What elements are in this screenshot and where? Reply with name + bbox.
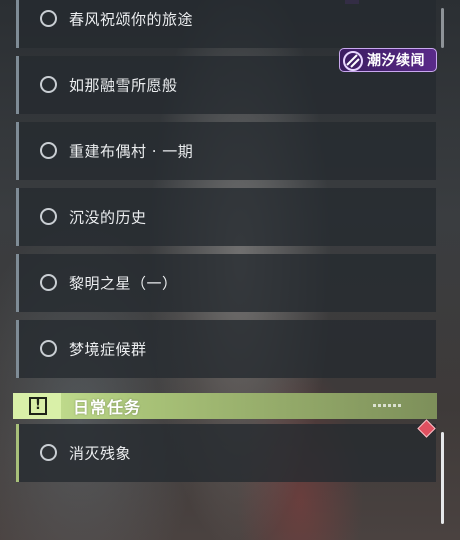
event-logo-text: 潮汐续闻 <box>367 53 425 69</box>
quest-status-circle-icon <box>40 208 57 225</box>
quest-label: 沉没的历史 <box>69 208 147 227</box>
daily-quests-header[interactable]: ! 日常任务 <box>13 393 437 419</box>
quest-status-circle-icon <box>40 76 57 93</box>
quest-item[interactable]: 黎明之星（一） <box>16 254 436 312</box>
quest-label: 梦境症候群 <box>69 340 147 359</box>
scrollbar-thumb[interactable] <box>441 432 444 524</box>
daily-quest-item[interactable]: 消灭残象 <box>16 424 436 482</box>
event-logo-badge[interactable]: 潮汐续闻 <box>339 48 437 72</box>
scrollbar-track-top <box>441 8 444 48</box>
quest-item[interactable]: 春风祝颂你的旅途 <box>16 0 436 48</box>
header-decoration <box>373 404 403 407</box>
quest-status-circle-icon <box>40 444 57 461</box>
quest-label: 消灭残象 <box>69 444 132 463</box>
quest-status-circle-icon <box>40 274 57 291</box>
exclamation-box-icon: ! <box>13 393 61 419</box>
quest-item[interactable]: 梦境症候群 <box>16 320 436 378</box>
tidal-logo-icon <box>343 51 363 71</box>
quest-label: 如那融雪所愿般 <box>69 76 178 95</box>
quest-label: 春风祝颂你的旅途 <box>69 10 194 29</box>
quest-status-circle-icon <box>40 340 57 357</box>
quest-status-circle-icon <box>40 142 57 159</box>
daily-quests-title: 日常任务 <box>73 398 142 417</box>
quest-label: 黎明之星（一） <box>69 274 178 293</box>
quest-label: 重建布偶村 · 一期 <box>69 142 194 161</box>
quest-item[interactable]: 重建布偶村 · 一期 <box>16 122 436 180</box>
quest-status-circle-icon <box>40 10 57 27</box>
quest-item[interactable]: 沉没的历史 <box>16 188 436 246</box>
